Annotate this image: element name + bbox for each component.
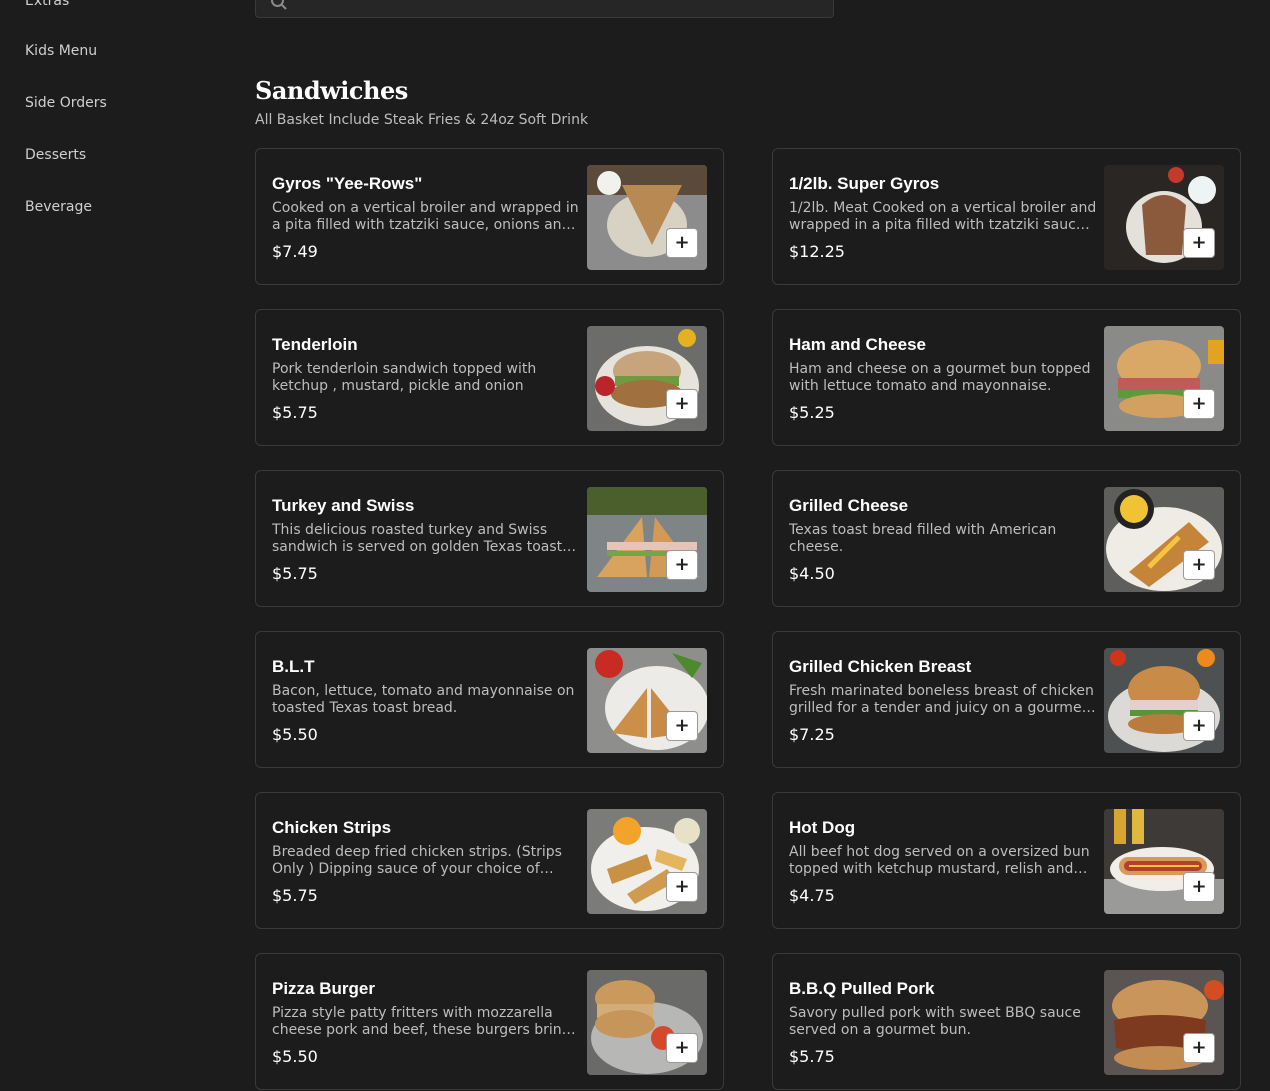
add-to-cart-button[interactable]: + xyxy=(666,1033,698,1063)
item-description: Bacon, lettuce, tomato and mayonnaise on… xyxy=(272,683,575,716)
add-to-cart-button[interactable]: + xyxy=(1183,228,1215,258)
item-description: Ham and cheese on a gourmet bun topped w… xyxy=(789,361,1091,394)
search-icon xyxy=(270,0,288,11)
menu-item-card[interactable]: Hot Dog All beef hot dog served on a ove… xyxy=(772,792,1241,929)
menu-item-card[interactable]: Grilled Cheese Texas toast bread filled … xyxy=(772,470,1241,607)
sidebar-item-side-orders[interactable]: Side Orders xyxy=(25,94,107,112)
add-to-cart-button[interactable]: + xyxy=(666,872,698,902)
item-name: Hot Dog xyxy=(789,818,856,837)
item-photo: + xyxy=(587,648,707,753)
item-photo: + xyxy=(587,809,707,914)
menu-item-card[interactable]: B.B.Q Pulled Pork Savory pulled pork wit… xyxy=(772,953,1241,1090)
item-name: Chicken Strips xyxy=(272,818,392,837)
item-description: Fresh marinated boneless breast of chick… xyxy=(789,683,1094,716)
item-description: Texas toast bread filled with American c… xyxy=(789,522,1057,555)
item-name: Ham and Cheese xyxy=(789,335,926,354)
item-price: $5.50 xyxy=(272,1047,318,1066)
menu-item-card[interactable]: Chicken Strips Breaded deep fried chicke… xyxy=(255,792,724,929)
item-description: All beef hot dog served on a oversized b… xyxy=(789,844,1090,877)
add-to-cart-button[interactable]: + xyxy=(1183,550,1215,580)
item-name: B.L.T xyxy=(272,657,315,676)
sidebar-item-kids-menu[interactable]: Kids Menu xyxy=(25,42,97,60)
add-to-cart-button[interactable]: + xyxy=(666,228,698,258)
item-name: Grilled Cheese xyxy=(789,496,909,515)
add-to-cart-button[interactable]: + xyxy=(1183,872,1215,902)
item-photo: + xyxy=(1104,970,1224,1075)
item-name: Pizza Burger xyxy=(272,979,375,998)
menu-item-card[interactable]: Ham and Cheese Ham and cheese on a gourm… xyxy=(772,309,1241,446)
sidebar-item-extras[interactable]: Extras xyxy=(25,0,69,10)
item-price: $5.75 xyxy=(272,564,318,583)
menu-item-card[interactable]: Tenderloin Pork tenderloin sandwich topp… xyxy=(255,309,724,446)
item-description: This delicious roasted turkey and Swiss … xyxy=(272,522,563,555)
section-subtitle: All Basket Include Steak Fries & 24oz So… xyxy=(255,112,589,128)
add-to-cart-button[interactable]: + xyxy=(666,550,698,580)
item-description: Savory pulled pork with sweet BBQ sauce … xyxy=(789,1005,1081,1038)
item-photo: + xyxy=(587,165,707,270)
item-price: $5.25 xyxy=(789,403,835,422)
add-to-cart-button[interactable]: + xyxy=(1183,389,1215,419)
item-name: Turkey and Swiss xyxy=(272,496,415,515)
item-price: $5.50 xyxy=(272,725,318,744)
item-price: $4.50 xyxy=(789,564,835,583)
menu-item-card[interactable]: Grilled Chicken Breast Fresh marinated b… xyxy=(772,631,1241,768)
menu-item-card[interactable]: Pizza Burger Pizza style patty fritters … xyxy=(255,953,724,1090)
item-price: $4.75 xyxy=(789,886,835,905)
item-name: B.B.Q Pulled Pork xyxy=(789,979,935,998)
item-description: 1/2lb. Meat Cooked on a vertical broiler… xyxy=(789,200,1097,233)
add-to-cart-button[interactable]: + xyxy=(1183,1033,1215,1063)
item-photo: + xyxy=(1104,487,1224,592)
menu-item-card[interactable]: B.L.T Bacon, lettuce, tomato and mayonna… xyxy=(255,631,724,768)
menu-item-card[interactable]: 1/2lb. Super Gyros 1/2lb. Meat Cooked on… xyxy=(772,148,1241,285)
item-photo: + xyxy=(587,487,707,592)
item-photo: + xyxy=(1104,165,1224,270)
section-title: Sandwiches xyxy=(255,76,408,105)
category-sidebar: Extras Kids Menu Side Orders Desserts Be… xyxy=(0,0,235,1091)
item-price: $5.75 xyxy=(272,886,318,905)
item-name: Tenderloin xyxy=(272,335,358,354)
item-description: Cooked on a vertical broiler and wrapped… xyxy=(272,200,579,233)
item-name: 1/2lb. Super Gyros xyxy=(789,174,940,193)
item-description: Pork tenderloin sandwich topped with ket… xyxy=(272,361,537,394)
item-price: $7.49 xyxy=(272,242,318,261)
sidebar-item-desserts[interactable]: Desserts xyxy=(25,146,86,164)
add-to-cart-button[interactable]: + xyxy=(1183,711,1215,741)
item-photo: + xyxy=(1104,648,1224,753)
item-price: $7.25 xyxy=(789,725,835,744)
item-photo: + xyxy=(587,970,707,1075)
item-name: Grilled Chicken Breast xyxy=(789,657,972,676)
item-description: Pizza style patty fritters with mozzarel… xyxy=(272,1005,571,1038)
item-photo: + xyxy=(1104,809,1224,914)
item-name: Gyros "Yee-Rows" xyxy=(272,174,423,193)
menu-item-card[interactable]: Turkey and Swiss This delicious roasted … xyxy=(255,470,724,607)
item-price: $5.75 xyxy=(789,1047,835,1066)
item-price: $12.25 xyxy=(789,242,845,261)
add-to-cart-button[interactable]: + xyxy=(666,711,698,741)
item-photo: + xyxy=(587,326,707,431)
add-to-cart-button[interactable]: + xyxy=(666,389,698,419)
item-photo: + xyxy=(1104,326,1224,431)
sidebar-item-beverage[interactable]: Beverage xyxy=(25,198,92,216)
item-price: $5.75 xyxy=(272,403,318,422)
item-description: Breaded deep fried chicken strips. (Stri… xyxy=(272,844,562,877)
search-input[interactable] xyxy=(255,0,834,18)
menu-item-card[interactable]: Gyros "Yee-Rows" Cooked on a vertical br… xyxy=(255,148,724,285)
